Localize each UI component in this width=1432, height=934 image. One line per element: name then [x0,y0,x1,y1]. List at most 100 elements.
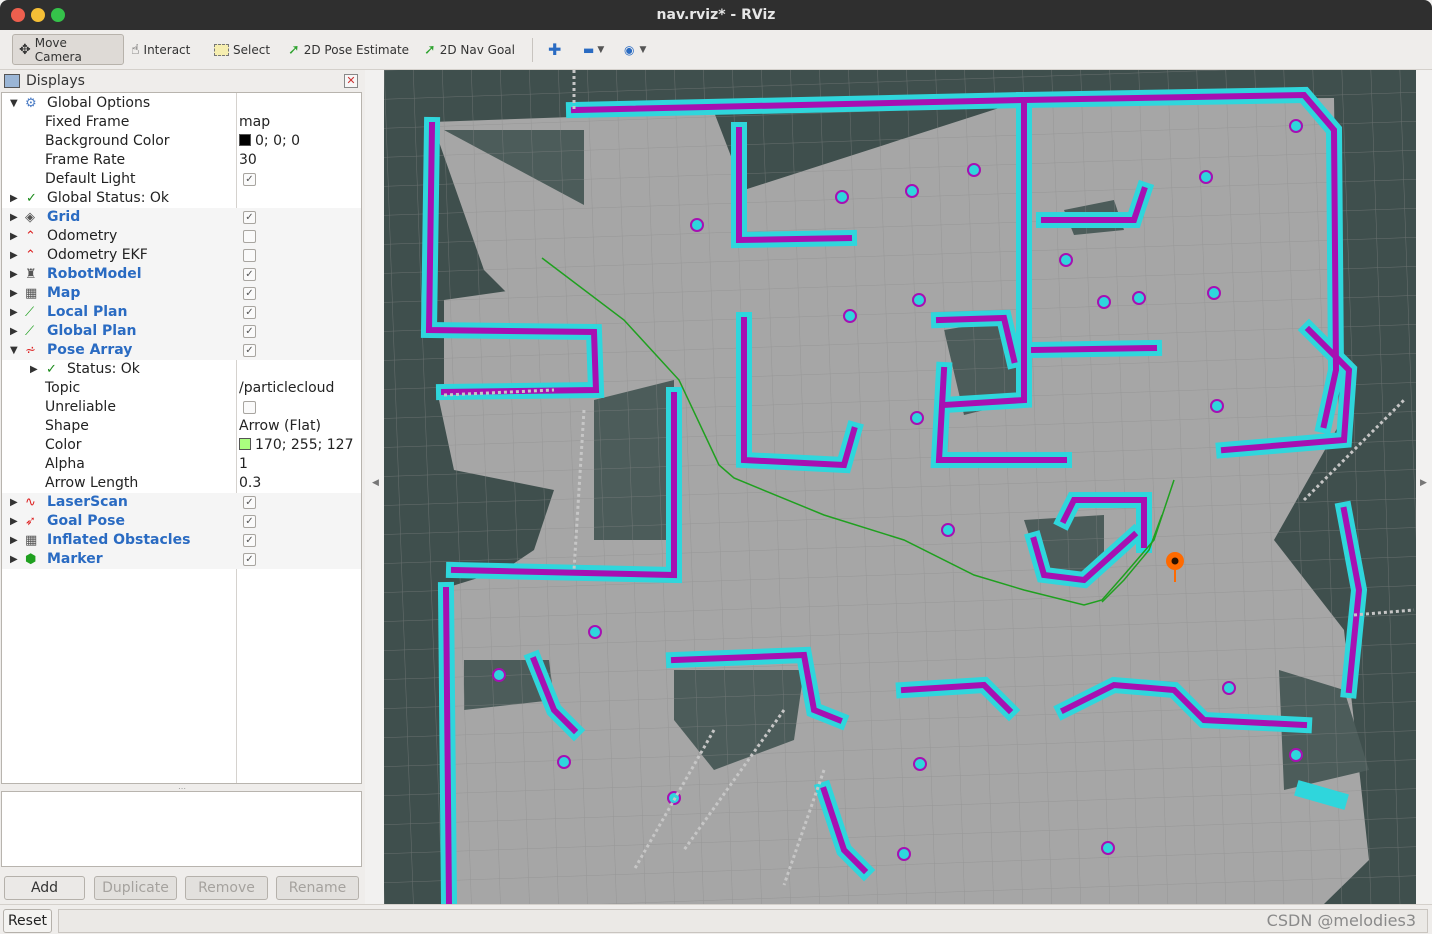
tree-row-alpha[interactable]: Alpha 1 [2,455,361,474]
toolbar-separator [532,38,533,62]
odometry-checkbox[interactable] [243,230,256,243]
tree-row-unreliable[interactable]: Unreliable [2,398,361,417]
tree-row-color[interactable]: Color 170; 255; 127 [2,436,361,455]
add-button[interactable]: Add [4,876,85,900]
tree-row-map[interactable]: ▶ ▦ Map ✓ [2,284,361,303]
collapse-left-arrow-icon[interactable]: ◀ [372,478,379,488]
interact-label: Interact [143,42,191,57]
collapsed-arrow-icon[interactable]: ▶ [10,265,18,284]
status-bar: Reset CSDN @melodies3 [0,904,1432,934]
collapsed-arrow-icon[interactable]: ▶ [10,531,18,550]
collapsed-arrow-icon[interactable]: ▶ [10,189,18,208]
remove-button[interactable]: Remove [185,876,268,900]
odometry-ekf-checkbox[interactable] [243,249,256,262]
pose-array-checkbox[interactable]: ✓ [243,344,256,357]
tree-row-arrow-length[interactable]: Arrow Length 0.3 [2,474,361,493]
robot-icon: ♜ [25,267,37,282]
tree-row-fixed-frame[interactable]: Fixed Frame map [2,113,361,132]
grid-checkbox[interactable]: ✓ [243,211,256,224]
expanded-arrow-icon[interactable]: ▼ [10,341,18,360]
tree-row-global-status[interactable]: ▶ ✓ Global Status: Ok [2,189,361,208]
nav-goal-tool[interactable]: ➚ 2D Nav Goal [424,34,515,65]
tree-row-marker[interactable]: ▶ ⬢ Marker ✓ [2,550,361,569]
collapsed-arrow-icon[interactable]: ▶ [10,246,18,265]
laser-scan-checkbox[interactable]: ✓ [243,496,256,509]
collapsed-arrow-icon[interactable]: ▶ [10,512,18,531]
alpha-value[interactable]: 1 [239,455,248,474]
default-light-label: Default Light [45,171,136,187]
interact-tool[interactable]: ☝ Interact [131,34,190,65]
tree-row-frame-rate[interactable]: Frame Rate 30 [2,151,361,170]
tree-row-robot-model[interactable]: ▶ ♜ RobotModel ✓ [2,265,361,284]
frame-rate-value[interactable]: 30 [239,151,257,170]
duplicate-button[interactable]: Duplicate [94,876,177,900]
topic-value[interactable]: /particlecloud [239,379,334,398]
odometry-label: Odometry [47,228,118,244]
inflated-obstacles-label: Inflated Obstacles [47,532,191,548]
tree-row-pose-array[interactable]: ▼ ⩫ Pose Array ✓ [2,341,361,360]
fixed-frame-label: Fixed Frame [45,114,130,130]
goal-pose-checkbox[interactable]: ✓ [243,515,256,528]
tree-row-background-color[interactable]: Background Color 0; 0; 0 [2,132,361,151]
collapse-right-arrow-icon[interactable]: ▶ [1420,478,1427,488]
camera-type-button[interactable]: ◉ ▼ [624,34,646,65]
odometry-icon: ⌃ [25,248,36,263]
tree-row-odometry[interactable]: ▶ ⌃ Odometry [2,227,361,246]
collapsed-arrow-icon[interactable]: ▶ [10,284,18,303]
check-icon: ✓ [26,191,37,206]
tree-row-global-plan[interactable]: ▶ ⟋ Global Plan ✓ [2,322,361,341]
close-panel-button[interactable]: ✕ [344,74,358,88]
status-field [58,909,1428,933]
color-value[interactable]: 170; 255; 127 [239,436,354,455]
tree-row-odometry-ekf[interactable]: ▶ ⌃ Odometry EKF [2,246,361,265]
local-plan-checkbox[interactable]: ✓ [243,306,256,319]
expanded-arrow-icon[interactable]: ▼ [10,94,18,113]
inflated-obstacles-checkbox[interactable]: ✓ [243,534,256,547]
shape-value[interactable]: Arrow (Flat) [239,417,321,436]
move-camera-tool[interactable]: ✥ Move Camera [12,34,124,65]
eye-icon: ◉ [624,42,635,57]
rename-button[interactable]: Rename [276,876,359,900]
reset-button[interactable]: Reset [3,909,52,933]
select-tool[interactable]: Select [214,34,270,65]
collapsed-arrow-icon[interactable]: ▶ [30,360,38,379]
robot-model-checkbox[interactable]: ✓ [243,268,256,281]
global-plan-checkbox[interactable]: ✓ [243,325,256,338]
tree-row-shape[interactable]: Shape Arrow (Flat) [2,417,361,436]
default-light-checkbox[interactable]: ✓ [243,173,256,186]
tree-row-topic[interactable]: Topic /particlecloud [2,379,361,398]
check-icon: ✓ [46,362,57,377]
arrow-length-label: Arrow Length [45,475,139,491]
background-color-value[interactable]: 0; 0; 0 [239,132,300,151]
collapsed-arrow-icon[interactable]: ▶ [10,550,18,569]
tree-row-goal-pose[interactable]: ▶ ➶ Goal Pose ✓ [2,512,361,531]
tree-row-global-options[interactable]: ▼ ⚙ Global Options [2,94,361,113]
collapsed-arrow-icon[interactable]: ▶ [10,227,18,246]
nav-goal-label: 2D Nav Goal [439,42,515,57]
move-camera-icon: ✥ [19,41,31,58]
add-tool-button[interactable]: ✚ [548,34,561,65]
fixed-frame-value[interactable]: map [239,113,270,132]
odometry-ekf-label: Odometry EKF [47,247,148,263]
collapsed-arrow-icon[interactable]: ▶ [10,493,18,512]
arrow-length-value[interactable]: 0.3 [239,474,261,493]
render-viewport[interactable] [384,70,1416,904]
collapsed-arrow-icon[interactable]: ▶ [10,303,18,322]
marker-label: Marker [47,551,103,567]
tree-row-default-light[interactable]: Default Light ✓ [2,170,361,189]
pose-estimate-tool[interactable]: ➚ 2D Pose Estimate [288,34,409,65]
collapsed-arrow-icon[interactable]: ▶ [10,208,18,227]
tree-row-local-plan[interactable]: ▶ ⟋ Local Plan ✓ [2,303,361,322]
description-box [1,791,362,867]
marker-checkbox[interactable]: ✓ [243,553,256,566]
unreliable-checkbox[interactable] [243,401,256,414]
unreliable-label: Unreliable [45,399,116,415]
tree-row-grid[interactable]: ▶ ◈ Grid ✓ [2,208,361,227]
tree-row-laser-scan[interactable]: ▶ ∿ LaserScan ✓ [2,493,361,512]
collapsed-arrow-icon[interactable]: ▶ [10,322,18,341]
tree-row-inflated-obstacles[interactable]: ▶ ▦ Inflated Obstacles ✓ [2,531,361,550]
map-checkbox[interactable]: ✓ [243,287,256,300]
remove-tool-button[interactable]: ▬ ▼ [583,34,604,65]
shape-label: Shape [45,418,89,434]
tree-row-pose-array-status[interactable]: ▶ ✓ Status: Ok [2,360,361,379]
